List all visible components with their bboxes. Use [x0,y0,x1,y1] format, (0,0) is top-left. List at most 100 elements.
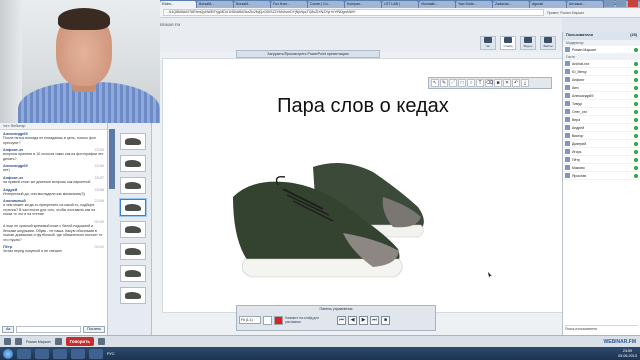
slide-thumb[interactable] [120,177,146,194]
first-slide-button[interactable]: ⏮ [337,315,346,325]
browser-tab[interactable]: Zadacha... [493,1,529,8]
browser-tab[interactable]: Антикол... [567,1,603,8]
mic-icon[interactable] [4,338,11,345]
status-dot-icon [634,109,638,114]
speak-button[interactable]: Говорить [65,337,95,346]
participant-row[interactable]: Роман Марьин [563,46,640,54]
taskbar-app-icon[interactable] [71,348,85,359]
font-button[interactable]: Aa [2,325,15,333]
language-indicator[interactable]: РУС [107,352,115,356]
participant-row[interactable]: Анфиот [563,76,640,84]
chat-message-input[interactable] [16,325,82,333]
close-button[interactable] [628,0,638,7]
maximize-button[interactable] [616,0,626,7]
send-button[interactable]: Послать [83,325,105,333]
minimize-button[interactable] [604,0,614,7]
participant-row[interactable]: Игорь [563,148,640,156]
chat-view-button[interactable]: Чат [480,36,496,50]
browser-tab[interactable]: LST LAB | [382,1,418,8]
participant-row[interactable]: Alex [563,84,640,92]
participants-search[interactable]: Поиск пользователя [565,325,638,333]
status-dot-icon [634,173,638,178]
view-button-label: Слайд [503,44,513,48]
ellipse-tool-icon[interactable]: ○ [467,79,475,87]
files-view-button[interactable]: Файлы [540,36,556,50]
taskbar-app-icon[interactable] [53,348,67,359]
line-tool-icon[interactable]: ／ [449,79,457,87]
url-field[interactable]: ...N1Q8M6ArNTARhmQyNWE0YjgMDU1NDhMMGkxZl… [163,9,544,16]
undo-tool-icon[interactable]: ↶ [512,79,520,87]
browser-tab[interactable]: BorsaM... [197,1,233,8]
participant-row[interactable]: Пётр [563,156,640,164]
browser-tab[interactable]: Comm | Co... [308,1,344,8]
slide-thumb[interactable] [120,265,146,282]
chat-text: вопросы приняли в 10 голосов таких как н… [3,152,104,161]
text-tool-icon[interactable]: T [476,79,484,87]
current-slide[interactable]: Пара слов о кедах [162,58,564,313]
clear-tool-icon[interactable]: ✕ [503,79,511,87]
pen-tool-icon[interactable]: ✎ [440,79,448,87]
video-view-button[interactable]: Видео [520,36,536,50]
save-tool-icon[interactable]: ⤓ [521,79,529,87]
chat-time: 23:56 [94,164,104,169]
participant-row[interactable]: Ярослав [563,172,640,180]
settings-icon[interactable] [54,338,62,345]
slide-thumb-selected[interactable] [120,199,146,216]
slide-thumb[interactable] [120,243,146,260]
upload-presentation-button[interactable]: Загрузить/Просмотреть PowerPoint презент… [236,50,380,58]
browser-tab[interactable]: BorsaM... [234,1,270,8]
browser-tab[interactable]: Vkontakt... [419,1,455,8]
browser-tab[interactable]: Yaw Srote... [456,1,492,8]
chat-author[interactable]: Андрей [3,188,17,192]
participant-name: Александр69 [572,93,594,98]
pen-color-icon[interactable] [263,315,272,325]
eraser-tool-icon[interactable]: ⌫ [485,79,493,87]
participant-name: Тимур [572,101,583,106]
participant-row[interactable]: Ankhat-xxx [563,60,640,68]
draw-hint: Нажмите на слайд для рисования [285,316,319,324]
pen-red-icon[interactable] [274,315,283,325]
stop-button[interactable]: ■ [381,315,390,325]
window-controls [604,0,638,7]
rect-tool-icon[interactable]: □ [458,79,466,87]
participant-row[interactable]: Ю_Mewy [563,68,640,76]
presenter-webcam [0,0,160,123]
taskbar-app-icon[interactable] [35,348,49,359]
participant-row[interactable]: Максим [563,164,640,172]
participant-row[interactable]: Олег_ххх [563,108,640,116]
last-slide-button[interactable]: ⏭ [370,315,379,325]
browser-tab[interactable]: Eddm... [160,1,196,8]
pointer-tool-icon[interactable]: ↖ [431,79,439,87]
participant-name: Пётр [572,157,581,162]
start-button-icon[interactable] [3,348,13,359]
participant-row[interactable]: Виктор [563,132,640,140]
slide-thumb[interactable] [120,155,146,172]
next-slide-button[interactable]: ▶ [359,315,368,325]
participant-row[interactable]: Андрей [563,124,640,132]
avatar-icon [565,101,570,106]
slide-view-button[interactable]: Слайд [500,36,516,50]
participant-name: Анфиот [572,77,585,82]
color-tool-icon[interactable]: ■ [494,79,502,87]
system-clock[interactable]: 23:59 05.06.2013 [618,349,637,358]
current-user: Роман Марьин [26,339,51,344]
browser-tab[interactable]: Agorait [530,1,566,8]
participant-row[interactable]: Александр69 [563,92,640,100]
participant-row[interactable]: Дмитрий [563,140,640,148]
taskbar-app-icon[interactable] [17,348,31,359]
browser-tab[interactable]: Fox Hom... [271,1,307,8]
chat-icon [484,37,492,43]
slide-thumb[interactable] [120,221,146,238]
slide-thumb[interactable] [120,287,146,304]
taskbar-app-icon[interactable] [89,348,103,359]
volume-icon[interactable] [98,338,106,345]
chat-messages[interactable]: Александр69 После пятых взгляда не попада… [0,131,107,324]
participant-row[interactable]: Тимур [563,100,640,108]
camera-icon[interactable] [15,338,22,345]
zoom-select[interactable]: Fit (1:1) [239,316,261,324]
participant-row[interactable]: Вера [563,116,640,124]
browser-tab[interactable]: Kompan... [345,1,381,8]
slide-thumb[interactable] [120,133,146,150]
prev-slide-button[interactable]: ◀ [348,315,357,325]
status-dot-icon [634,157,638,162]
